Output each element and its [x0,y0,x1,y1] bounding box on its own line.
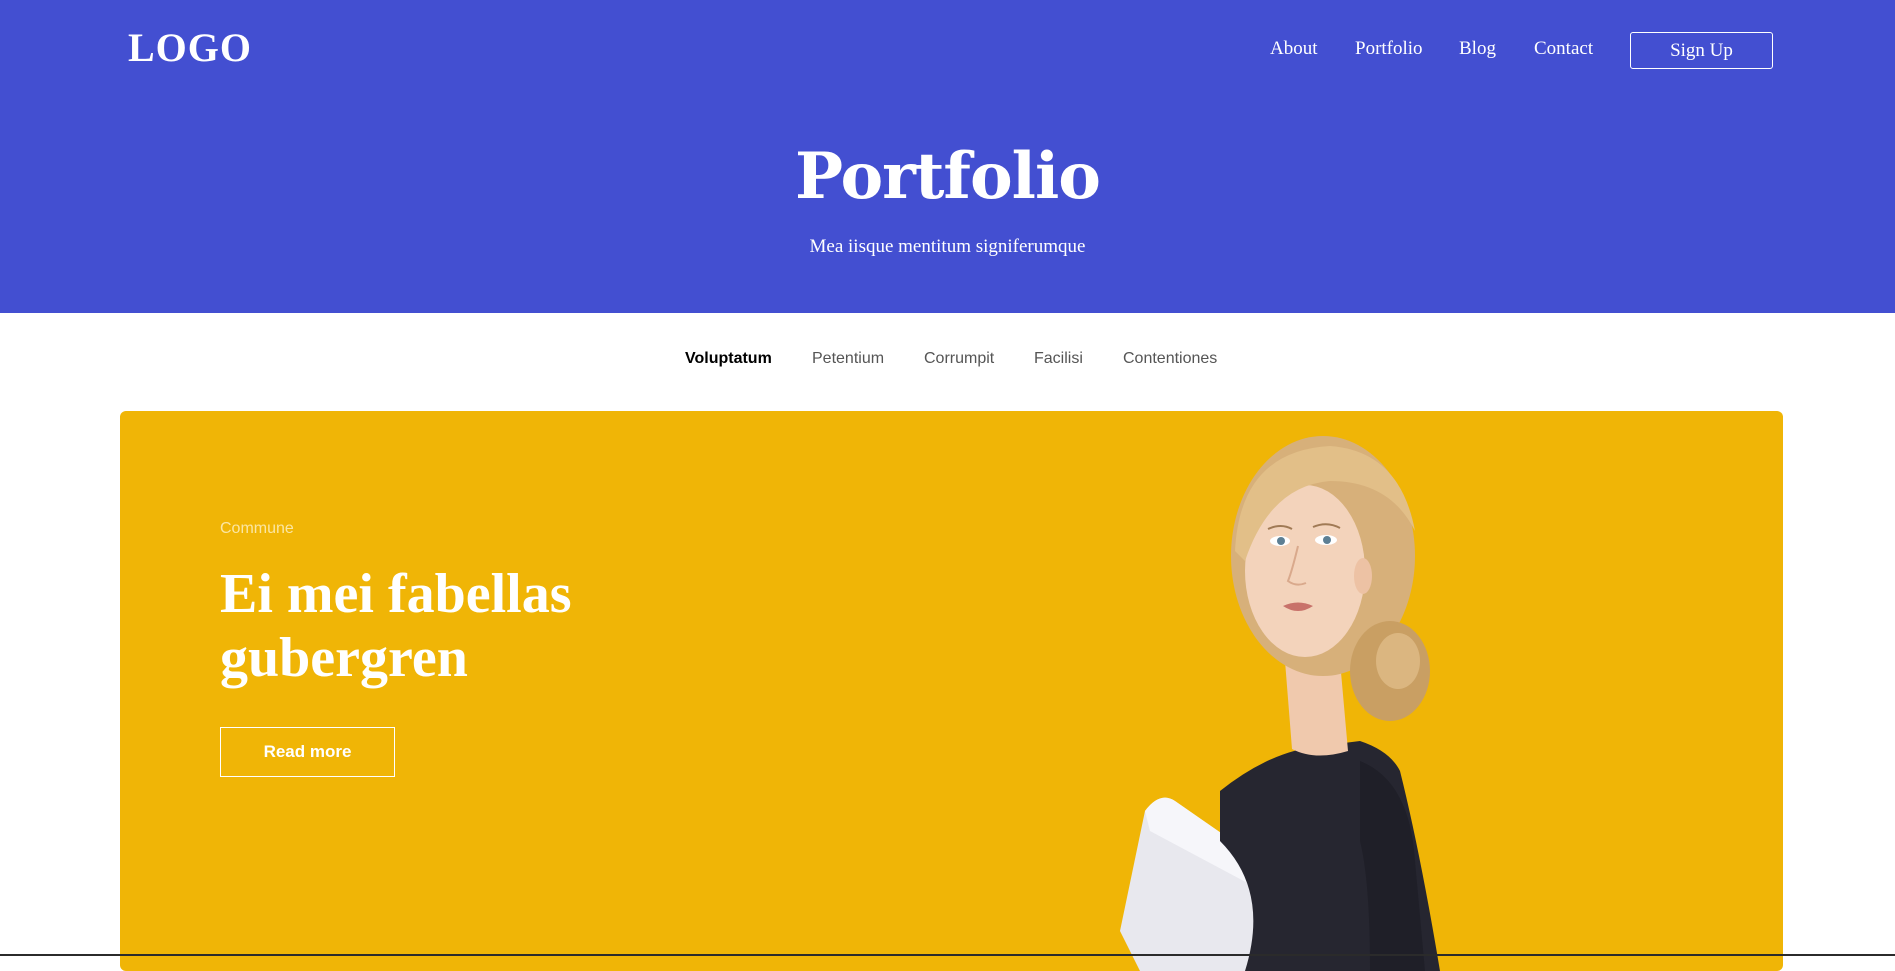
read-more-button[interactable]: Read more [220,727,395,777]
sign-up-button[interactable]: Sign Up [1630,32,1773,69]
nav-link-blog[interactable]: Blog [1459,38,1496,60]
page-header: LOGO About Portfolio Blog Contact Sign U… [0,0,1895,313]
featured-portfolio-card: Commune Ei mei fabellas gubergren Read m… [120,411,1783,971]
filter-tab-contentiones[interactable]: Contentiones [1123,350,1217,368]
card-title: Ei mei fabellas gubergren [220,563,572,689]
logo[interactable]: LOGO [128,24,252,71]
page-subtitle: Mea iisque mentitum signiferumque [809,236,1086,257]
page-title: Portfolio [795,139,1101,214]
category-filter-bar: Voluptatum Petentium Corrumpit Facilisi … [0,350,1895,374]
filter-tab-voluptatum[interactable]: Voluptatum [685,350,772,368]
woman-portrait-image [1120,436,1440,971]
nav-link-portfolio[interactable]: Portfolio [1355,38,1423,60]
filter-tab-facilisi[interactable]: Facilisi [1034,350,1083,368]
filter-tab-corrumpit[interactable]: Corrumpit [924,350,994,368]
filter-tab-petentium[interactable]: Petentium [812,350,884,368]
nav-link-about[interactable]: About [1270,38,1318,60]
card-category-tag: Commune [220,520,294,537]
nav-link-contact[interactable]: Contact [1534,38,1593,60]
